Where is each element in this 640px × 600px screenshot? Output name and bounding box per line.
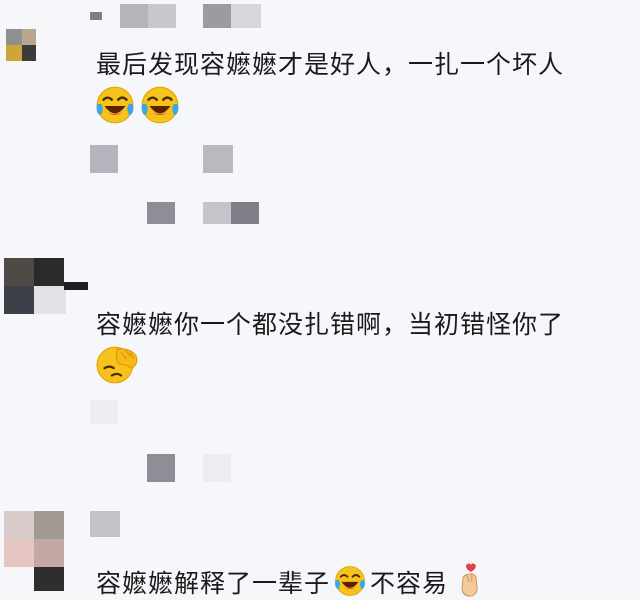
comment-text: 最后发现容嬷嬷才是好人，一扎一个坏人 <box>96 50 565 79</box>
meta-mosaic <box>90 400 265 484</box>
finger-heart-emoji <box>456 562 484 598</box>
username-mosaic[interactable] <box>90 511 120 537</box>
laugh-cry-emoji <box>138 84 182 126</box>
laugh-cry-emoji <box>93 84 137 126</box>
avatar[interactable] <box>6 29 36 61</box>
laugh-cry-emoji <box>332 564 368 598</box>
avatar[interactable] <box>4 258 88 314</box>
facepalm-emoji <box>93 343 141 385</box>
comment-text-part: 不容易 <box>370 569 449 598</box>
comment-text: 容嬷嬷解释了一辈子 不容易 <box>96 562 484 600</box>
meta-mosaic <box>90 145 265 225</box>
username-mosaic[interactable] <box>90 4 265 28</box>
comment-text: 容嬷嬷你一个都没扎错啊，当初错怪你了 <box>96 310 565 339</box>
avatar[interactable] <box>4 511 66 591</box>
comment-text-part: 容嬷嬷解释了一辈子 <box>96 569 331 598</box>
